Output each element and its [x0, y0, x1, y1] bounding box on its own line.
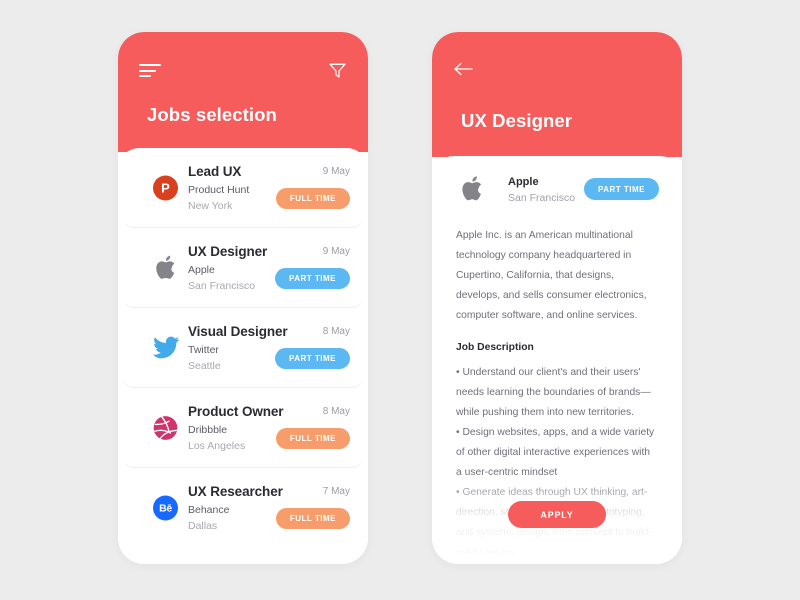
detail-job-type-badge[interactable]: PART TIME	[583, 178, 659, 200]
hamburger-line-3	[139, 75, 151, 77]
hamburger-line-1	[139, 64, 161, 66]
job-type-badge[interactable]: FULL TIME	[275, 188, 350, 209]
job-location: San Francisco	[188, 280, 256, 292]
dribbble-logo	[152, 414, 179, 441]
jobs-sheet: P Lead UX Product Hunt New York 9 May FU…	[118, 148, 368, 564]
job-description-bullets: • Understand our client's and their user…	[456, 363, 658, 564]
job-title: UX Researcher	[188, 484, 283, 499]
filter-icon[interactable]	[328, 61, 347, 80]
apple-logo	[152, 254, 179, 281]
behance-logo-mark: Bē	[153, 495, 178, 521]
detail-header-icons	[453, 60, 661, 82]
back-arrow-icon[interactable]	[453, 62, 473, 78]
detail-header: UX Designer	[432, 32, 682, 157]
job-company: Dribbble	[188, 424, 228, 436]
jobs-list-screen: Jobs selection P Lead UX Product Hunt Ne…	[118, 32, 368, 564]
behance-logo: Bē	[152, 495, 179, 522]
job-list-item[interactable]: P Lead UX Product Hunt New York 9 May FU…	[122, 148, 364, 228]
job-date: 8 May	[322, 326, 350, 337]
hamburger-line-2	[139, 69, 156, 72]
job-company: Product Hunt	[188, 184, 250, 196]
job-title: Product Owner	[188, 404, 284, 419]
back-arrow-svg	[454, 62, 473, 76]
apply-button[interactable]: APPLY	[508, 501, 606, 528]
job-title: UX Designer	[188, 244, 268, 259]
bullet-item: • Understand our client's and their user…	[456, 367, 651, 418]
job-date: 9 May	[322, 166, 350, 177]
job-type-badge[interactable]: FULL TIME	[275, 508, 350, 529]
product-hunt-logo: P	[152, 174, 179, 201]
job-location: Los Angeles	[188, 440, 246, 452]
job-list-item[interactable]: Visual Designer Twitter Seattle 8 May PA…	[122, 308, 364, 388]
page-title: Jobs selection	[147, 104, 277, 125]
job-company: Twitter	[188, 344, 219, 356]
bullet-item: • Work on a multi-disciplinary team in a…	[456, 563, 658, 564]
bullet-item: • Design websites, apps, and a wide vari…	[456, 427, 655, 478]
product-hunt-logo-mark: P	[153, 175, 178, 200]
job-title: Visual Designer	[188, 324, 288, 339]
screenshot-stage: Jobs selection P Lead UX Product Hunt Ne…	[0, 0, 800, 600]
jobs-list: P Lead UX Product Hunt New York 9 May FU…	[118, 148, 368, 548]
job-detail-screen: UX Designer Apple San Francisco PART TIM…	[432, 32, 682, 564]
apple-logo	[458, 174, 486, 202]
twitter-logo-svg	[152, 336, 179, 359]
detail-sheet: Apple San Francisco PART TIME Apple Inc.…	[432, 156, 682, 564]
company-description: Apple Inc. is an American multinational …	[456, 230, 647, 321]
dribbble-logo-svg	[153, 415, 178, 440]
job-location: Seattle	[188, 360, 221, 372]
job-type-badge[interactable]: PART TIME	[274, 348, 350, 369]
job-list-item[interactable]: Bē UX Researcher Behance Dallas 7 May FU…	[122, 468, 364, 548]
apple-logo-svg	[155, 255, 174, 279]
job-date: 9 May	[322, 246, 350, 257]
job-title: Lead UX	[188, 164, 242, 179]
detail-company-location: San Francisco	[508, 192, 576, 204]
job-location: New York	[188, 200, 233, 212]
twitter-logo	[152, 334, 179, 361]
job-date: 7 May	[322, 486, 350, 497]
job-company: Apple	[188, 264, 215, 276]
job-list-item[interactable]: UX Designer Apple San Francisco 9 May PA…	[122, 228, 364, 308]
job-company: Behance	[188, 504, 230, 516]
list-header-icons	[139, 60, 347, 82]
detail-company-row: Apple San Francisco PART TIME	[432, 156, 682, 218]
job-date: 8 May	[322, 406, 350, 417]
list-header: Jobs selection	[118, 32, 368, 152]
hamburger-icon[interactable]	[139, 64, 161, 78]
apple-logo-svg	[461, 175, 481, 200]
detail-page-title: UX Designer	[461, 110, 573, 131]
detail-company-name: Apple	[508, 176, 539, 188]
job-type-badge[interactable]: FULL TIME	[275, 428, 350, 449]
job-list-item[interactable]: Product Owner Dribbble Los Angeles 8 May…	[122, 388, 364, 468]
job-type-badge[interactable]: PART TIME	[274, 268, 350, 289]
job-description-heading: Job Description	[456, 342, 534, 353]
filter-icon-svg	[329, 63, 346, 78]
job-location: Dallas	[188, 520, 218, 532]
